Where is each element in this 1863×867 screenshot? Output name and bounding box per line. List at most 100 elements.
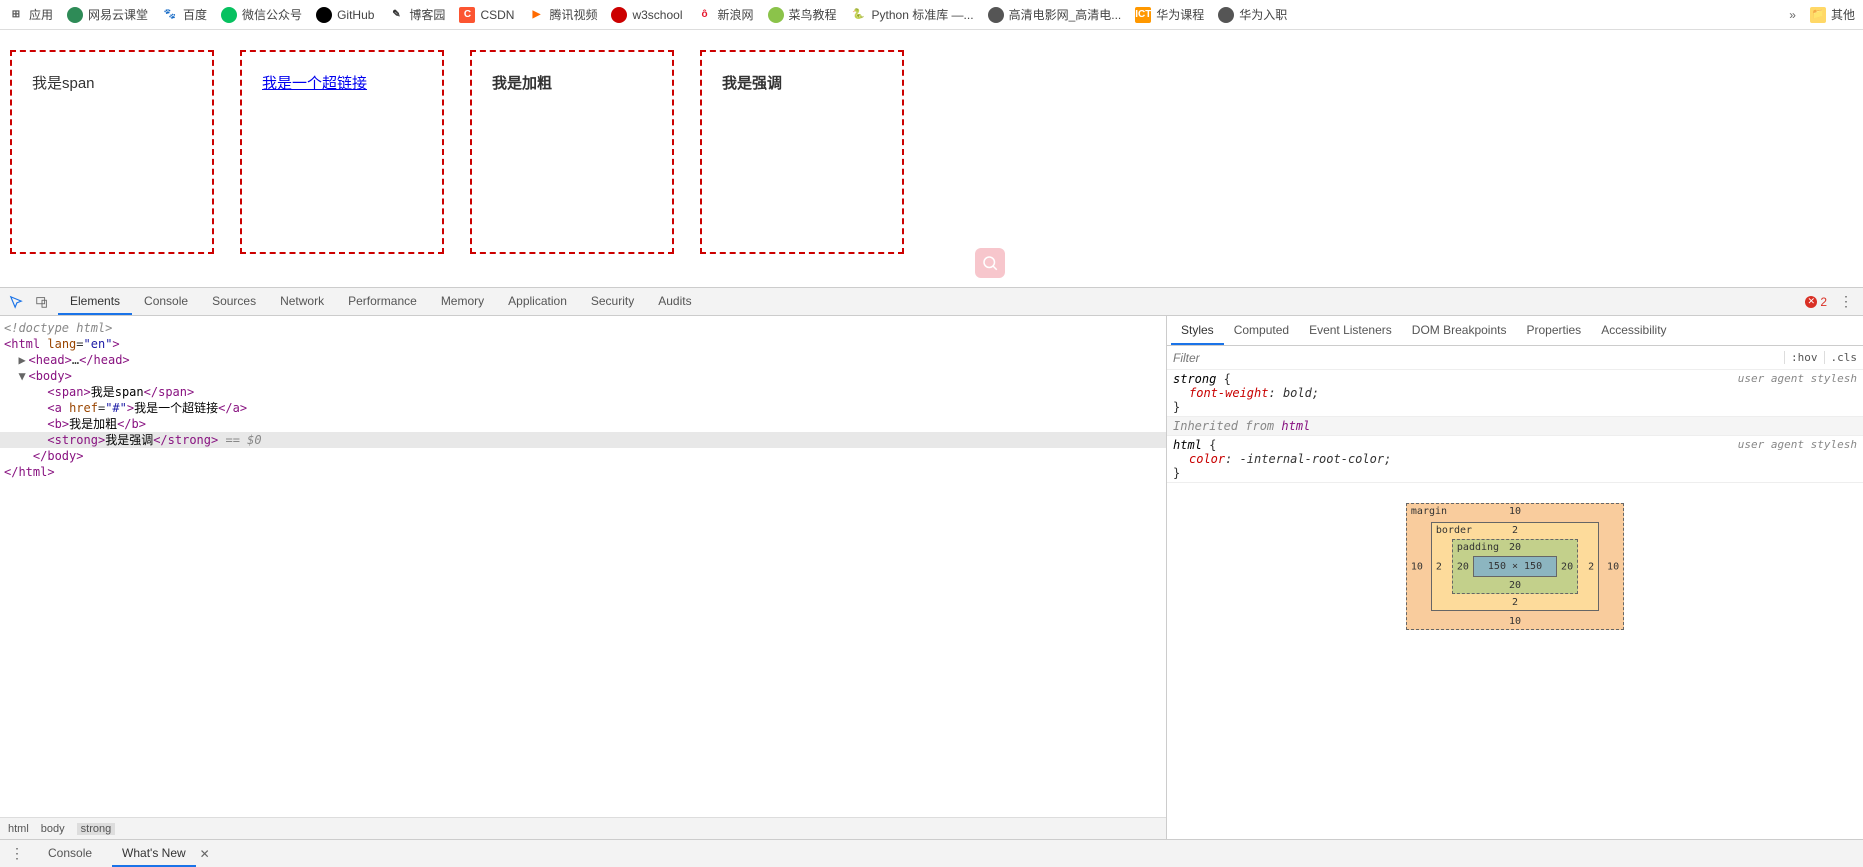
padding-top: 20 — [1509, 542, 1521, 553]
style-source: user agent stylesh — [1738, 372, 1857, 385]
bookmark-favicon: ICT — [1135, 7, 1151, 23]
bookmark-item[interactable]: 高清电影网_高清电... — [988, 6, 1122, 23]
bookmark-label: 华为入职 — [1239, 6, 1287, 23]
devtools-tab-elements[interactable]: Elements — [58, 288, 132, 315]
breadcrumb-body[interactable]: body — [41, 823, 65, 835]
dom-bold[interactable]: <b>我是加粗</b> — [0, 416, 1166, 432]
devtools-tab-performance[interactable]: Performance — [336, 288, 429, 315]
bookmark-item[interactable]: ✎博客园 — [388, 6, 445, 23]
drawer-tab-whatsnew[interactable]: What's New — [112, 840, 196, 867]
style-rule-strong[interactable]: user agent stylesh strong { font-weight:… — [1167, 370, 1863, 417]
dom-head[interactable]: ▶<head>…</head> — [0, 352, 1166, 368]
styles-tab-computed[interactable]: Computed — [1224, 316, 1299, 345]
box-bold: 我是加粗 — [470, 50, 674, 254]
bookmark-favicon: 🐍 — [851, 7, 867, 23]
bookmark-label: 菜鸟教程 — [789, 6, 837, 23]
devtools-tab-network[interactable]: Network — [268, 288, 336, 315]
bookmark-item[interactable]: 网易云课堂 — [67, 6, 148, 23]
style-rule-html[interactable]: user agent stylesh html { color: -intern… — [1167, 436, 1863, 483]
devtools-tab-application[interactable]: Application — [496, 288, 579, 315]
search-overlay-icon[interactable] — [975, 248, 1005, 278]
devtools-tab-console[interactable]: Console — [132, 288, 200, 315]
border-right: 2 — [1588, 561, 1594, 572]
margin-top: 10 — [1509, 506, 1521, 517]
margin-label: margin — [1411, 506, 1447, 517]
bookmark-item[interactable]: 🐾百度 — [162, 6, 207, 23]
border-top: 2 — [1512, 525, 1518, 536]
drawer-close-icon[interactable]: ✕ — [200, 847, 210, 861]
inherited-header: Inherited from html — [1167, 417, 1863, 436]
bookmark-item[interactable]: ô 新浪网 — [697, 6, 754, 23]
styles-tab-event-listeners[interactable]: Event Listeners — [1299, 316, 1402, 345]
box-link: 我是一个超链接 — [240, 50, 444, 254]
bookmark-item[interactable]: CCSDN — [459, 7, 514, 23]
bookmark-label: 微信公众号 — [242, 6, 302, 23]
box-strong: 我是强调 — [700, 50, 904, 254]
devtools-tab-memory[interactable]: Memory — [429, 288, 496, 315]
bookmark-item[interactable]: ICT 华为课程 — [1135, 6, 1204, 23]
dom-body-close[interactable]: </body> — [0, 448, 1166, 464]
style-source: user agent stylesh — [1738, 438, 1857, 451]
breadcrumb-strong[interactable]: strong — [77, 823, 116, 835]
bookmark-favicon: ▶ — [528, 7, 544, 23]
bookmark-favicon: ô — [697, 7, 713, 23]
demo-link[interactable]: 我是一个超链接 — [262, 75, 367, 92]
styles-tab-accessibility[interactable]: Accessibility — [1591, 316, 1676, 345]
drawer-tab-console[interactable]: Console — [38, 840, 102, 867]
box-span: 我是span — [10, 50, 214, 254]
bookmark-item[interactable]: 菜鸟教程 — [768, 6, 837, 23]
page-content: 我是span 我是一个超链接 我是加粗 我是强调 — [0, 30, 1863, 274]
styles-tab-dom-breakpoints[interactable]: DOM Breakpoints — [1402, 316, 1517, 345]
devtools-tab-security[interactable]: Security — [579, 288, 646, 315]
bookmark-favicon — [316, 7, 332, 23]
bookmark-other-folder[interactable]: 📁 其他 — [1810, 6, 1855, 23]
error-indicator[interactable]: ✕ 2 — [1805, 295, 1827, 309]
inspect-icon[interactable] — [6, 292, 26, 312]
dom-html-open[interactable]: <html lang="en"> — [0, 336, 1166, 352]
styles-content[interactable]: user agent stylesh strong { font-weight:… — [1167, 370, 1863, 839]
bookmark-item[interactable]: 🐍 Python 标准库 —... — [851, 6, 974, 23]
demo-strong: 我是强调 — [722, 75, 782, 92]
dom-anchor[interactable]: <a href="#">我是一个超链接</a> — [0, 400, 1166, 416]
styles-tab-properties[interactable]: Properties — [1516, 316, 1591, 345]
devtools-menu-icon[interactable]: ⋮ — [1835, 293, 1857, 310]
devtools-tabs: ElementsConsoleSourcesNetworkPerformance… — [58, 288, 704, 315]
devtools-tab-sources[interactable]: Sources — [200, 288, 268, 315]
dom-strong[interactable]: <strong>我是强调</strong> == $0 — [0, 432, 1166, 448]
border-left: 2 — [1436, 561, 1442, 572]
bookmark-label: 新浪网 — [718, 6, 754, 23]
breadcrumb-html[interactable]: html — [8, 823, 29, 835]
border-bottom: 2 — [1512, 597, 1518, 608]
dom-body-open[interactable]: ▼<body> — [0, 368, 1166, 384]
drawer-menu-icon[interactable]: ⋮ — [6, 845, 28, 862]
hov-toggle[interactable]: :hov — [1784, 351, 1824, 364]
styles-filter-row: :hov .cls — [1167, 346, 1863, 370]
bookmark-item[interactable]: 微信公众号 — [221, 6, 302, 23]
bookmark-item[interactable]: GitHub — [316, 7, 374, 23]
bookmark-label: 网易云课堂 — [88, 6, 148, 23]
bookmark-item[interactable]: 华为入职 — [1218, 6, 1287, 23]
bookmark-item[interactable]: ⊞应用 — [8, 6, 53, 23]
bookmarks-overflow[interactable]: » — [1789, 8, 1796, 22]
styles-filter-input[interactable] — [1167, 351, 1784, 365]
cls-toggle[interactable]: .cls — [1824, 351, 1863, 364]
devtools-tab-audits[interactable]: Audits — [646, 288, 703, 315]
bookmark-label: Python 标准库 —... — [872, 6, 974, 23]
box-model-widget[interactable]: margin 10 10 10 10 border 2 2 2 2 padd — [1167, 483, 1863, 650]
elements-panel: <!doctype html> <html lang="en"> ▶<head>… — [0, 316, 1167, 839]
device-toggle-icon[interactable] — [32, 292, 52, 312]
bookmark-item[interactable]: ▶腾讯视频 — [528, 6, 597, 23]
devtools-body: <!doctype html> <html lang="en"> ▶<head>… — [0, 316, 1863, 839]
bookmark-label: GitHub — [337, 8, 374, 22]
demo-span: 我是span — [32, 75, 95, 92]
dom-html-close[interactable]: </html> — [0, 464, 1166, 480]
bookmark-item[interactable]: w3school — [611, 7, 682, 23]
bookmark-label: 华为课程 — [1156, 6, 1204, 23]
dom-doctype[interactable]: <!doctype html> — [0, 320, 1166, 336]
padding-right: 20 — [1561, 561, 1573, 572]
dom-span[interactable]: <span>我是span</span> — [0, 384, 1166, 400]
bookmark-favicon — [988, 7, 1004, 23]
dom-tree[interactable]: <!doctype html> <html lang="en"> ▶<head>… — [0, 316, 1166, 817]
styles-tab-styles[interactable]: Styles — [1171, 316, 1224, 345]
bookmark-favicon — [611, 7, 627, 23]
